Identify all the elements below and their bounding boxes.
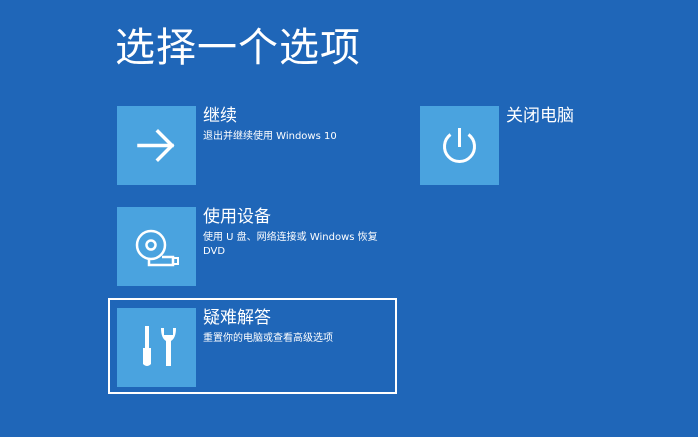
troubleshoot-tile[interactable] — [117, 308, 196, 387]
use-device-title: 使用设备 — [203, 207, 271, 227]
troubleshoot-description: 重置你的电脑或查看高级选项 — [203, 333, 333, 344]
shutdown-title: 关闭电脑 — [506, 106, 574, 126]
continue-tile[interactable] — [117, 106, 196, 185]
arrow-right-icon — [137, 129, 175, 162]
power-icon — [443, 128, 476, 163]
continue-option[interactable]: 继续 退出并继续使用 Windows 10 — [117, 106, 397, 186]
troubleshoot-title: 疑难解答 — [203, 308, 271, 328]
tools-icon — [143, 326, 176, 366]
troubleshoot-option[interactable]: 疑难解答 重置你的电脑或查看高级选项 — [117, 308, 397, 388]
disc-drive-icon — [135, 229, 179, 267]
shutdown-tile[interactable] — [420, 106, 499, 185]
use-device-tile[interactable] — [117, 207, 196, 286]
use-device-description: 使用 U 盘、网络连接或 Windows 恢复 DVD — [203, 232, 378, 257]
page-title: 选择一个选项 — [115, 25, 361, 71]
use-device-option[interactable]: 使用设备 使用 U 盘、网络连接或 Windows 恢复 DVD — [117, 207, 397, 287]
shutdown-option[interactable]: 关闭电脑 — [420, 106, 640, 186]
continue-title: 继续 — [203, 106, 237, 126]
continue-description: 退出并继续使用 Windows 10 — [203, 131, 337, 142]
